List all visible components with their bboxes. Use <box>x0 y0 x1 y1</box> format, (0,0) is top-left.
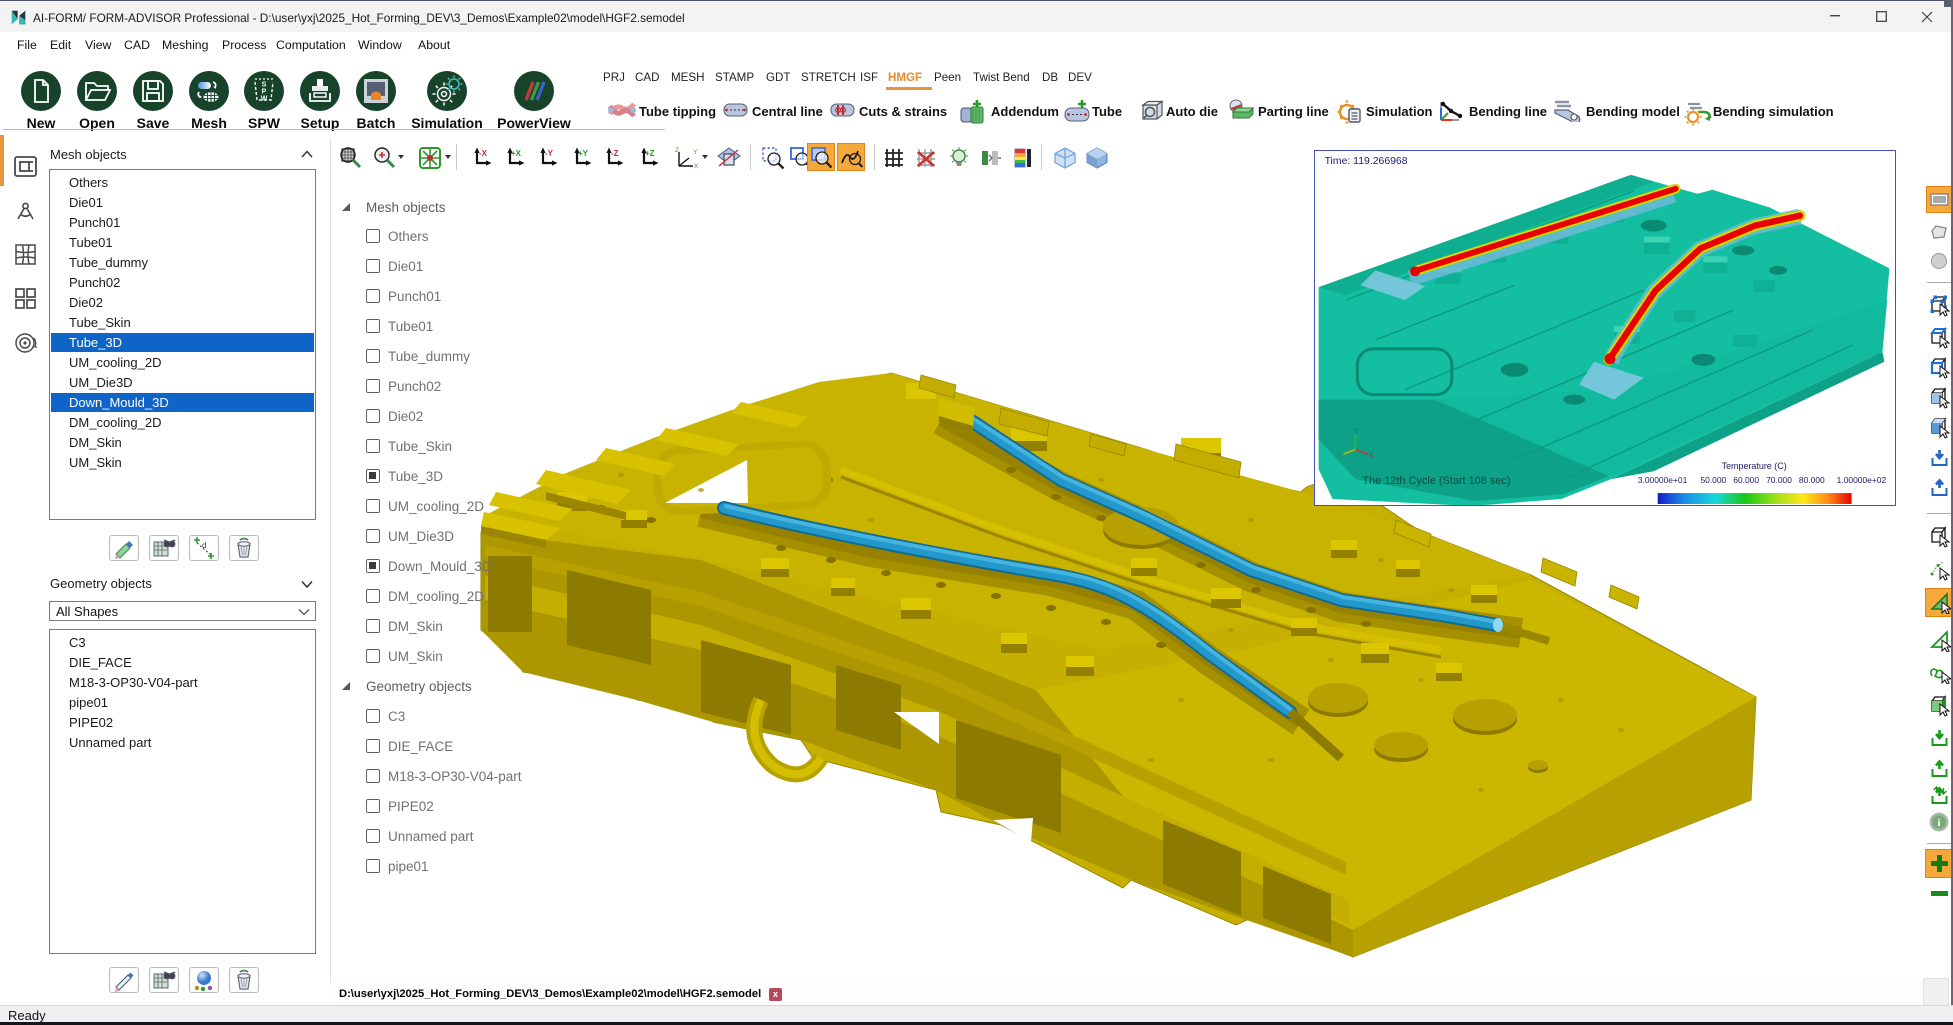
svg-text:X: X <box>1369 453 1373 459</box>
svg-text:d: d <box>202 541 206 550</box>
svg-text:Time: 119.266968: Time: 119.266968 <box>1325 156 1408 167</box>
svg-text:Z: Z <box>1354 429 1358 435</box>
svg-text:The 12th Cycle (Start 108 sec): The 12th Cycle (Start 108 sec) <box>1362 475 1510 487</box>
svg-text:Y: Y <box>1339 453 1343 459</box>
svg-text:W: W <box>261 96 268 103</box>
svg-text:Temperature (C): Temperature (C) <box>1722 461 1787 471</box>
svg-text:80.000: 80.000 <box>1799 475 1825 485</box>
svg-text:50.000: 50.000 <box>1700 475 1726 485</box>
svg-text:70.000: 70.000 <box>1766 475 1792 485</box>
svg-text:3.00000e+01: 3.00000e+01 <box>1638 475 1688 485</box>
svg-text:i: i <box>1937 817 1940 829</box>
svg-text:P: P <box>262 89 267 96</box>
svg-text:1.00000e+02: 1.00000e+02 <box>1837 475 1887 485</box>
svg-text:S: S <box>262 82 267 89</box>
svg-text:60.000: 60.000 <box>1733 475 1759 485</box>
